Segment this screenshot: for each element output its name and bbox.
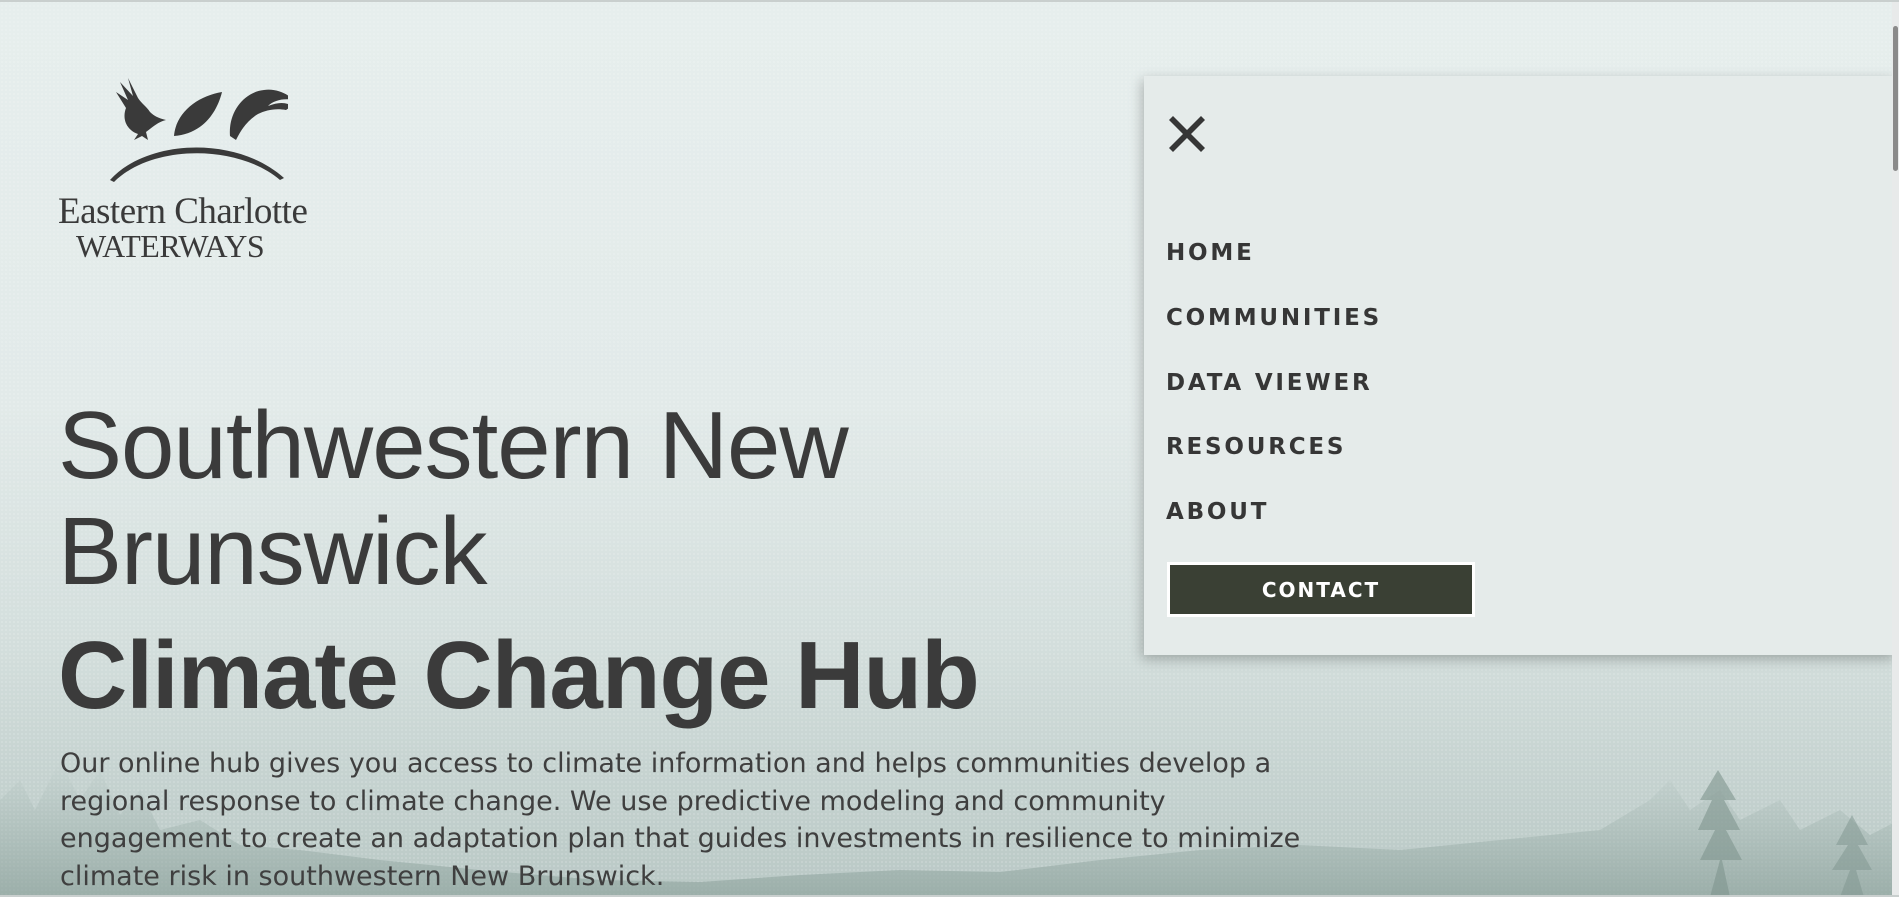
leaf-icon [174, 92, 222, 136]
logo-text-line1: Eastern Charlotte [58, 191, 308, 232]
page-scrollbar[interactable] [1892, 2, 1899, 895]
nav-item-home[interactable]: HOME [1166, 240, 1255, 266]
contact-button[interactable]: CONTACT [1167, 562, 1475, 617]
nav-item-communities[interactable]: COMMUNITIES [1166, 305, 1382, 331]
nav-menu-panel: HOME COMMUNITIES DATA VIEWER RESOURCES A… [1144, 76, 1896, 655]
logo-text-line2: WATERWAYS [76, 228, 265, 264]
bird-icon [116, 78, 166, 140]
site-logo[interactable]: Eastern Charlotte WATERWAYS [58, 78, 313, 268]
nav-item-resources[interactable]: RESOURCES [1166, 434, 1346, 460]
logo-mark [110, 78, 288, 182]
nav-item-data-viewer[interactable]: DATA VIEWER [1166, 370, 1372, 396]
logo-arc [110, 147, 284, 182]
hero-headline: Southwestern New Brunswick [58, 392, 849, 605]
close-icon[interactable] [1163, 110, 1211, 158]
top-border [0, 0, 1899, 2]
scrollbar-thumb[interactable] [1893, 26, 1898, 171]
fish-icon [229, 89, 288, 140]
hero-title: Climate Change Hub [58, 622, 980, 729]
hero-intro: Our online hub gives you access to clima… [60, 748, 1301, 892]
nav-item-about[interactable]: ABOUT [1166, 499, 1269, 525]
